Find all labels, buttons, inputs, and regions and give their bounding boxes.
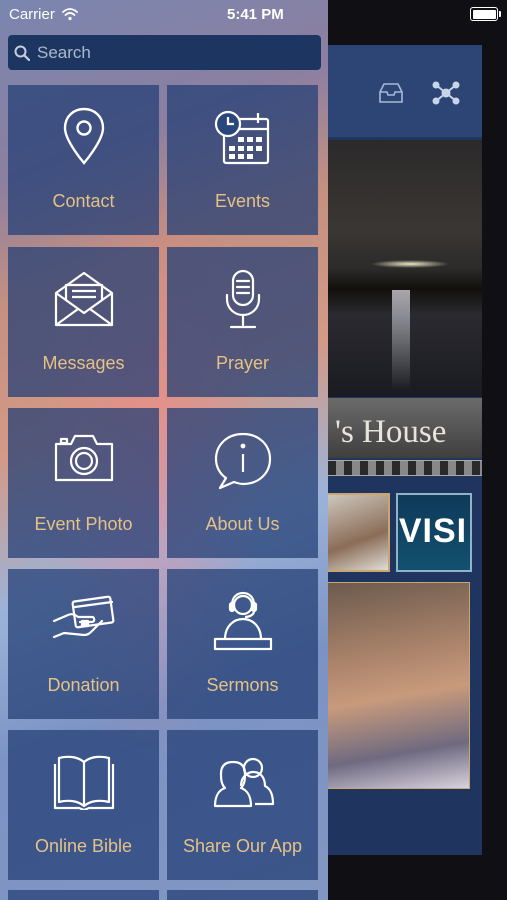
- menu-tile-event-photo[interactable]: Event Photo: [8, 408, 159, 558]
- menu-tile-partial[interactable]: [167, 890, 318, 900]
- envelope-icon: [54, 271, 113, 327]
- menu-tile-messages[interactable]: Messages: [8, 247, 159, 397]
- menu-tile-label: Events: [214, 191, 271, 211]
- status-time: 5:41 PM: [227, 5, 284, 23]
- info-bubble-icon: [214, 432, 271, 490]
- search-bar[interactable]: [8, 35, 321, 70]
- menu-tile-share-our-app[interactable]: Share Our App: [167, 730, 318, 880]
- open-book-icon: [53, 755, 114, 810]
- visit-thumbnail-text: VISI: [398, 512, 468, 550]
- menu-tile-label: Event Photo: [34, 514, 133, 534]
- menu-tile-label: Donation: [47, 675, 120, 695]
- menu-tile-label: About Us: [205, 514, 280, 534]
- share-nodes-icon[interactable]: [432, 79, 460, 112]
- wifi-icon: [61, 8, 78, 21]
- menu-tile-online-bible[interactable]: Online Bible: [8, 730, 159, 880]
- menu-tile-prayer[interactable]: Prayer: [167, 247, 318, 397]
- menu-tile-sermons[interactable]: Sermons: [167, 569, 318, 719]
- people-icon: [213, 757, 274, 808]
- praying-boy-photo[interactable]: [318, 582, 470, 789]
- location-pin-icon: [63, 107, 104, 165]
- hand-card-icon: [52, 595, 114, 639]
- menu-tile-label: Prayer: [215, 353, 269, 373]
- menu-tile-label: Share Our App: [182, 836, 303, 856]
- menu-tile-label: Online Bible: [34, 836, 133, 856]
- calendar-clock-icon: [214, 110, 269, 165]
- search-icon: [14, 45, 30, 61]
- menu-tile-about-us[interactable]: About Us: [167, 408, 318, 558]
- inbox-icon[interactable]: [378, 82, 404, 109]
- church-banner-text: 's House: [335, 414, 447, 450]
- menu-tile-label: Sermons: [206, 675, 279, 695]
- search-input[interactable]: [35, 41, 299, 64]
- battery-icon: [470, 7, 501, 21]
- carrier-status: Carrier: [9, 0, 79, 28]
- menu-tile-label: Messages: [42, 353, 125, 373]
- side-menu-drawer: Carrier 5:41 PM Contact Events Messages …: [0, 0, 328, 900]
- menu-tile-events[interactable]: Events: [167, 85, 318, 235]
- carrier-name: Carrier: [9, 5, 55, 23]
- menu-tile-label: Contact: [52, 191, 115, 211]
- menu-tile-partial[interactable]: [8, 890, 159, 900]
- praying-boy-thumbnail[interactable]: [320, 493, 390, 572]
- menu-tile-contact[interactable]: Contact: [8, 85, 159, 235]
- microphone-icon: [225, 269, 260, 329]
- menu-tile-donation[interactable]: Donation: [8, 569, 159, 719]
- headset-person-icon: [213, 591, 272, 651]
- camera-icon: [54, 434, 113, 482]
